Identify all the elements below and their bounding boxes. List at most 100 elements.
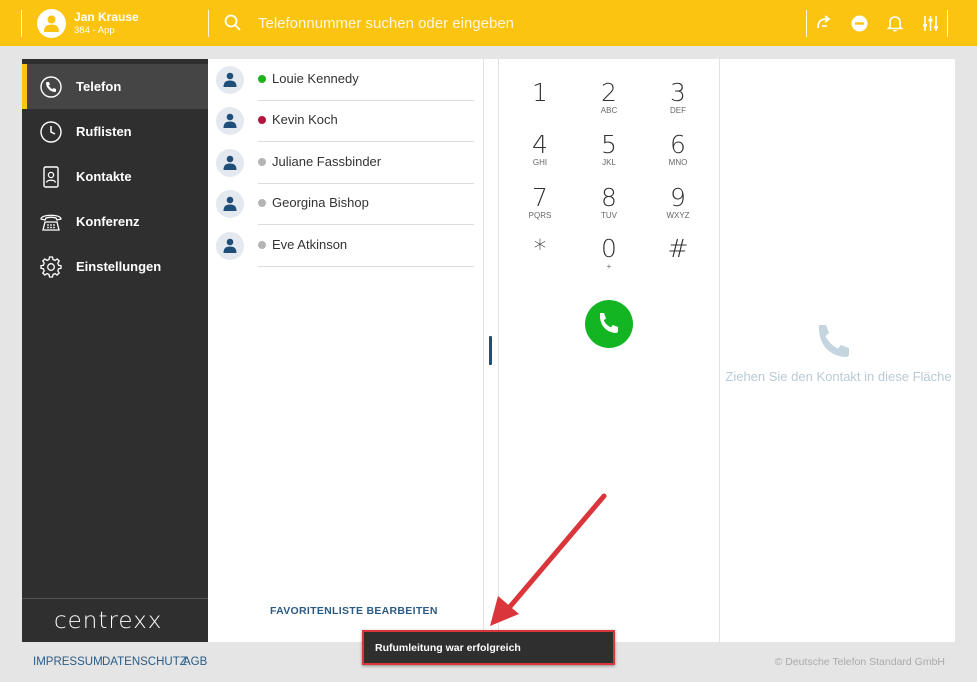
key-letters: MNO <box>668 158 688 167</box>
avatar <box>216 149 244 177</box>
edit-favorites-link[interactable]: FAVORITENLISTE BEARBEITEN <box>270 605 438 617</box>
contact-card-icon <box>43 166 59 188</box>
centrexx-logo: centrexx <box>54 608 163 634</box>
call-forward-icon[interactable] <box>813 12 835 34</box>
agb-link[interactable]: AGB <box>183 656 207 668</box>
impressum-link[interactable]: IMPRESSUM <box>33 656 103 668</box>
user-icon <box>44 15 59 32</box>
divider <box>483 59 484 642</box>
key-digit: 0 <box>601 234 617 263</box>
key-digit: # <box>667 234 689 263</box>
status-dot <box>258 158 266 166</box>
list-item[interactable]: Juliane Fassbinder <box>208 142 483 184</box>
header-divider <box>947 10 948 37</box>
status-dot <box>258 199 266 207</box>
key-digit: 9 <box>670 183 686 212</box>
search-input[interactable] <box>252 8 772 38</box>
gear-icon <box>40 256 62 278</box>
key-digit: 6 <box>670 130 686 159</box>
header-divider <box>806 10 807 37</box>
sidebar-item-label: Ruflisten <box>76 124 132 139</box>
dialpad-key-2[interactable]: 2 ABC <box>584 79 634 125</box>
sidebar-footer: centrexx <box>22 598 208 642</box>
sidebar-item-konferenz[interactable]: Konferenz <box>22 199 208 244</box>
avatar <box>216 66 244 94</box>
header-divider <box>21 10 22 37</box>
key-digit: * <box>533 234 547 263</box>
contact-name: Georgina Bishop <box>272 195 369 210</box>
key-letters: GHI <box>532 158 548 167</box>
dialpad-key-3[interactable]: 3 DEF <box>653 79 703 125</box>
key-digit: 7 <box>532 183 548 212</box>
list-item[interactable]: Kevin Koch <box>208 100 483 142</box>
user-avatar[interactable] <box>37 9 66 38</box>
conference-phone-icon <box>40 214 62 231</box>
key-digit: 3 <box>670 78 686 107</box>
contact-name: Louie Kennedy <box>272 71 359 86</box>
divider <box>258 266 474 267</box>
search-icon <box>224 14 241 31</box>
sidebar-item-label: Kontakte <box>76 169 132 184</box>
status-dot <box>258 241 266 249</box>
key-digit: 5 <box>601 130 617 159</box>
clock-icon <box>40 121 62 143</box>
person-icon <box>223 72 237 87</box>
key-letters: PQRS <box>528 211 552 220</box>
key-letters: JKL <box>602 158 616 167</box>
sidebar-item-kontakte[interactable]: Kontakte <box>22 154 208 199</box>
key-digit: 1 <box>532 78 548 107</box>
dialpad-key-7[interactable]: 7 PQRS <box>515 184 565 230</box>
sidebar-item-label: Konferenz <box>76 214 140 229</box>
phone-icon <box>819 325 849 357</box>
key-digit: 8 <box>601 183 617 212</box>
key-letters: DEF <box>670 106 686 115</box>
resize-handle[interactable] <box>489 336 492 365</box>
divider <box>498 59 499 642</box>
list-item[interactable]: Georgina Bishop <box>208 183 483 225</box>
avatar <box>216 232 244 260</box>
contact-name: Eve Atkinson <box>272 237 348 252</box>
key-letters: TUV <box>601 211 617 220</box>
key-digit: 4 <box>532 130 548 159</box>
avatar <box>216 107 244 135</box>
list-item[interactable]: Louie Kennedy <box>208 59 483 101</box>
datenschutz-link[interactable]: DATENSCHUTZ <box>102 656 187 668</box>
dialpad-key-9[interactable]: 9 WXYZ <box>653 184 703 230</box>
list-item[interactable]: Eve Atkinson <box>208 225 483 267</box>
dialpad-key-0[interactable]: 0 + <box>584 235 634 281</box>
person-icon <box>223 155 237 170</box>
bell-icon[interactable] <box>884 12 906 34</box>
favorites-list: Louie Kennedy Kevin Koch Juliane Fassbin… <box>208 59 483 642</box>
dialpad-key-1[interactable]: 1 <box>515 79 565 125</box>
sidebar-item-einstellungen[interactable]: Einstellungen <box>22 244 208 289</box>
key-letters: + <box>606 262 612 271</box>
dialpad-key-hash[interactable]: # <box>653 235 703 281</box>
toast-notification: Rufumleitung war erfolgreich <box>362 630 615 665</box>
sliders-icon[interactable] <box>919 12 941 34</box>
contact-name: Juliane Fassbinder <box>272 154 382 169</box>
sidebar-item-ruflisten[interactable]: Ruflisten <box>22 109 208 154</box>
dialpad-key-8[interactable]: 8 TUV <box>584 184 634 230</box>
dialpad-key-5[interactable]: 5 JKL <box>584 131 634 177</box>
dialpad-key-4[interactable]: 4 GHI <box>515 131 565 177</box>
main-card: Telefon Ruflisten Kontakte Konferenz Ein… <box>22 59 955 642</box>
dialpad-key-star[interactable]: * <box>515 235 565 281</box>
status-dot <box>258 116 266 124</box>
drop-zone-text: Ziehen Sie den Kontakt in diese Fläche <box>725 369 952 384</box>
person-icon <box>223 238 237 253</box>
sidebar-item-telefon[interactable]: Telefon <box>22 64 208 109</box>
header-divider <box>208 10 209 37</box>
dialpad-key-6[interactable]: 6 MNO <box>653 131 703 177</box>
key-letters: ABC <box>600 106 618 115</box>
status-dot <box>258 75 266 83</box>
sidebar-item-label: Telefon <box>76 79 122 94</box>
do-not-disturb-icon[interactable] <box>848 12 870 34</box>
top-bar: Jan Krause 384 - App <box>0 0 977 46</box>
person-icon <box>223 196 237 211</box>
user-name: Jan Krause <box>74 10 139 24</box>
key-letters: WXYZ <box>666 211 690 220</box>
phone-icon <box>40 76 62 98</box>
call-button[interactable] <box>585 300 633 348</box>
user-extension: 384 - App <box>74 25 115 36</box>
phone-icon <box>600 313 618 333</box>
